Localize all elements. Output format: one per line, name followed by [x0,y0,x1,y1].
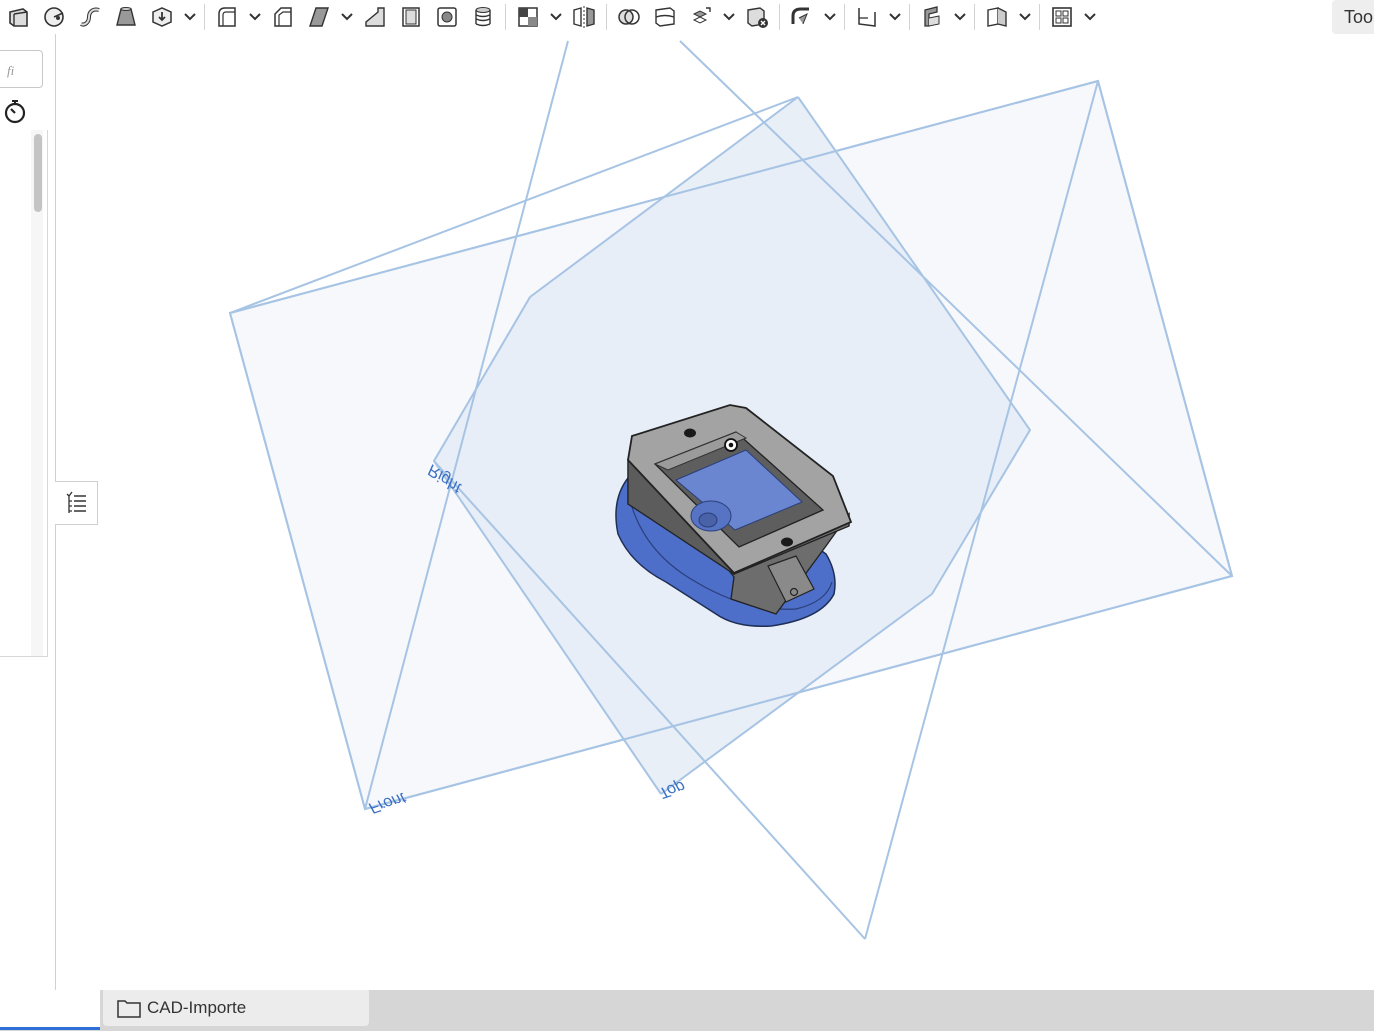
chevron-down-icon [249,13,261,21]
tab-bar: CAD-Importe [0,990,1374,1031]
plane-button[interactable] [849,2,885,32]
chevron-down-icon [1084,13,1096,21]
extrude-icon [9,8,28,27]
thread-button[interactable] [465,2,501,32]
chevron-down-icon [723,13,735,21]
tab-cad-importe[interactable]: CAD-Importe [103,990,369,1026]
active-tab[interactable] [0,990,100,1030]
pattern-icon [518,7,538,27]
loft-icon [116,7,136,26]
chevron-down-icon [550,13,562,21]
transform-button[interactable] [683,2,719,32]
chevron-down-icon [341,13,353,21]
tools-label: Tools [1344,6,1374,27]
rib-button[interactable] [357,2,393,32]
extrude-button[interactable] [0,2,36,32]
chevron-down-icon [824,13,836,21]
sweep-icon [80,7,100,27]
shell-icon [402,7,420,27]
mirror-icon [573,6,595,28]
modify-fillet-button[interactable] [784,2,820,32]
chevron-down-icon [184,13,196,21]
rib-icon [365,7,385,27]
fillet-dropdown[interactable] [245,2,265,32]
revolve-icon [44,7,64,27]
transform-dropdown[interactable] [719,2,739,32]
filter-input[interactable]: fi [0,50,43,88]
chevron-down-icon [889,13,901,21]
toolbar-separator [204,4,205,30]
toolbar-separator [909,4,910,30]
stopwatch-icon[interactable] [2,98,28,124]
sheet-metal-dropdown[interactable] [950,2,970,32]
sweep-button[interactable] [72,2,108,32]
transform-icon [692,7,711,24]
draft-dropdown[interactable] [337,2,357,32]
loft-button[interactable] [108,2,144,32]
feature-toolbar: Tools [0,0,1374,34]
boolean-button[interactable] [611,2,647,32]
revolve-button[interactable] [36,2,72,32]
toolbar-separator [606,4,607,30]
chamfer-button[interactable] [265,2,301,32]
delete-part-icon [747,7,768,28]
layout-icon [1052,7,1072,27]
chevron-down-icon [1019,13,1031,21]
toolbar-separator [1039,4,1040,30]
hole-icon [437,7,457,27]
draft-button[interactable] [301,2,337,32]
hole-button[interactable] [429,2,465,32]
toolbar-separator [779,4,780,30]
chamfer-icon [274,7,292,27]
tab-label: CAD-Importe [147,998,247,1017]
draft-icon [309,7,329,27]
filter-placeholder: fi [7,63,15,78]
pattern-button[interactable] [510,2,546,32]
scrollbar-thumb[interactable] [34,134,42,212]
pattern-dropdown[interactable] [546,2,566,32]
frame-button[interactable] [979,2,1015,32]
fillet-icon [218,7,236,27]
thread-icon [475,7,491,27]
chevron-down-icon [954,13,966,21]
modify-fillet-dropdown[interactable] [820,2,840,32]
sheet-metal-icon [924,6,940,27]
feature-list [0,130,48,657]
layout-button[interactable] [1044,2,1080,32]
shell-button[interactable] [393,2,429,32]
toolbar-separator [844,4,845,30]
modify-fillet-icon [791,7,809,25]
layout-dropdown[interactable] [1080,2,1100,32]
delete-part-button[interactable] [739,2,775,32]
toolbar-separator [974,4,975,30]
frame-icon [987,7,1007,27]
fillet-button[interactable] [209,2,245,32]
tools-button[interactable]: Tools [1332,0,1374,34]
graphics-viewport[interactable]: Front Top Right [56,34,1374,990]
split-icon [655,7,675,27]
folder-icon [117,1000,141,1018]
boolean-icon [618,9,640,25]
sheet-metal-button[interactable] [914,2,950,32]
frame-dropdown[interactable] [1015,2,1035,32]
thicken-button[interactable] [144,2,180,32]
thicken-icon [152,7,172,27]
plane-dropdown[interactable] [885,2,905,32]
mirror-button[interactable] [566,2,602,32]
split-button[interactable] [647,2,683,32]
plane-icon [858,8,876,27]
feature-panel: fi [0,34,56,990]
toolbar-separator [505,4,506,30]
thicken-dropdown[interactable] [180,2,200,32]
